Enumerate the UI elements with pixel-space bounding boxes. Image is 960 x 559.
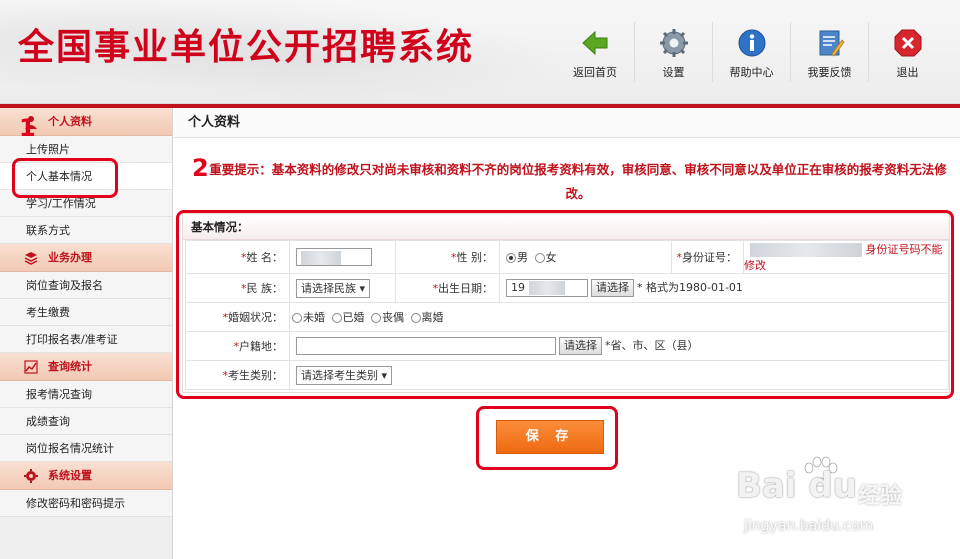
sidebar-item-score-query[interactable]: 成绩查询 — [0, 408, 172, 435]
section-statistics[interactable]: 查询统计 — [0, 353, 172, 381]
sidebar-item-job-stats[interactable]: 岗位报名情况统计 — [0, 435, 172, 462]
sidebar-item-application-query[interactable]: 报考情况查询 — [0, 381, 172, 408]
logout-label: 退出 — [896, 66, 919, 79]
logout-button[interactable]: 退出 — [868, 22, 946, 82]
back-home-label: 返回首页 — [573, 66, 617, 79]
sidebar-item-contact[interactable]: 联系方式 — [0, 217, 172, 244]
gear-icon — [659, 29, 688, 57]
important-notice: 重要提示：基本资料的修改只对尚未审核和资料不齐的岗位报考资料有效，审核同意、审核… — [209, 162, 947, 201]
sidebar-item-payment[interactable]: 考生缴费 — [0, 299, 172, 326]
exit-icon — [894, 29, 921, 57]
sidebar-item-job-search[interactable]: 岗位查询及报名 — [0, 272, 172, 299]
annotation-box-basic-info — [12, 158, 118, 198]
sidebar-item-change-password[interactable]: 修改密码和密码提示 — [0, 490, 172, 517]
toolbar: 返回首页 设置 帮助中心 我要反馈 退出 — [556, 22, 946, 82]
watermark-cn-text: 经验 — [858, 484, 903, 509]
section-personal-info-label: 个人资料 — [48, 115, 92, 128]
page-title: 个人资料 — [174, 108, 960, 138]
settings-label: 设置 — [662, 66, 685, 79]
back-home-button[interactable]: 返回首页 — [556, 22, 634, 82]
section-statistics-label: 查询统计 — [48, 360, 92, 373]
section-system-settings-label: 系统设置 — [48, 469, 92, 482]
info-icon — [738, 29, 765, 57]
feedback-icon — [819, 30, 845, 57]
gear-icon — [24, 469, 38, 483]
watermark-url: jingyan.baidu.com — [744, 518, 874, 534]
annotation-number-2: 2 — [192, 154, 209, 182]
annotation-box-form — [176, 210, 954, 399]
back-arrow-icon — [582, 30, 608, 56]
baidu-jingyan-watermark: Bai du 经验 jingyan.baidu.com — [722, 456, 942, 556]
annotation-box-save — [476, 406, 618, 470]
section-business[interactable]: 业务办理 — [0, 244, 172, 272]
help-center-label: 帮助中心 — [729, 66, 774, 79]
feedback-button[interactable]: 我要反馈 — [790, 22, 868, 82]
header: 全国事业单位公开招聘系统 返回首页 设置 帮助中心 我要反馈 退出 — [0, 0, 960, 104]
settings-button[interactable]: 设置 — [634, 22, 712, 82]
section-business-label: 业务办理 — [48, 251, 92, 264]
watermark-logo-text: Bai du — [736, 466, 857, 506]
layers-icon — [24, 252, 38, 265]
chart-icon — [24, 360, 38, 374]
site-title: 全国事业单位公开招聘系统 — [18, 27, 475, 68]
help-center-button[interactable]: 帮助中心 — [712, 22, 790, 82]
annotation-number-1: 1 — [19, 114, 36, 142]
section-system-settings[interactable]: 系统设置 — [0, 462, 172, 490]
feedback-label: 我要反馈 — [807, 66, 852, 79]
sidebar-item-print-ticket[interactable]: 打印报名表/准考证 — [0, 326, 172, 353]
